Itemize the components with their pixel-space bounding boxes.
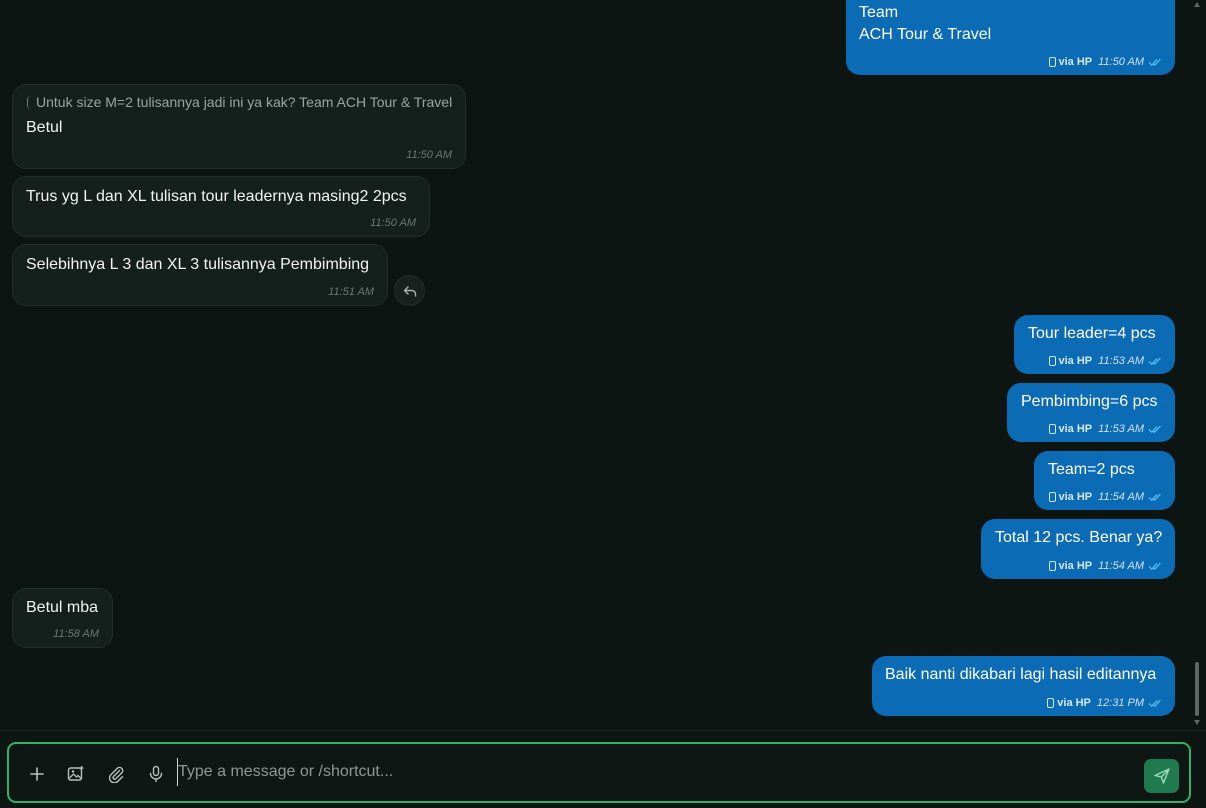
reply-button[interactable]	[394, 275, 425, 306]
message-bubble-outgoing[interactable]: Baik nanti dikabari lagi hasil editannya…	[872, 656, 1175, 716]
via-label: via HP	[1058, 355, 1093, 367]
message-time: 12:31 PM	[1096, 697, 1144, 709]
via-label: via HP	[1058, 491, 1093, 503]
double-check-icon	[1148, 357, 1161, 366]
message-text: Baik nanti dikabari lagi hasil editannya	[885, 666, 1157, 683]
send-icon	[1153, 768, 1170, 784]
message-bubble-outgoing[interactable]: Tour leader=4 pcs via HP 11:53 AM	[1014, 315, 1175, 374]
microphone-icon	[149, 765, 163, 783]
via-label: via HP	[1058, 56, 1093, 68]
message-text: Selebihnya L 3 dan XL 3 tulisannya Pembi…	[26, 256, 370, 273]
message-meta: 11:58 AM	[53, 628, 99, 640]
message-text: Betul mba	[26, 599, 99, 616]
phone-icon	[1047, 698, 1055, 708]
message-meta: via HP 11:50 AM	[1048, 56, 1163, 68]
scroll-up-arrow-icon[interactable]	[1194, 2, 1200, 7]
message-time: 11:50 AM	[1098, 56, 1144, 68]
double-check-icon	[1148, 58, 1161, 67]
scroll-down-arrow-icon[interactable]	[1194, 720, 1200, 725]
attach-button[interactable]	[105, 763, 127, 785]
message-meta: via HP 11:53 AM	[1048, 423, 1163, 435]
message-text: Betul	[26, 119, 63, 136]
message-time: 11:50 AM	[406, 149, 452, 161]
message-bubble-incoming[interactable]: Selebihnya L 3 dan XL 3 tulisannya Pembi…	[12, 244, 388, 306]
message-bubble-incoming[interactable]: Betul mba 11:58 AM	[12, 588, 113, 648]
add-button[interactable]	[26, 763, 48, 785]
phone-icon	[1048, 561, 1056, 571]
message-bubble-outgoing[interactable]: Total 12 pcs. Benar ya? via HP 11:54 AM	[981, 519, 1175, 579]
via-label: via HP	[1058, 560, 1093, 572]
message-bubble-incoming[interactable]: Untuk size M=2 tulisannya jadi ini ya ka…	[12, 84, 466, 169]
composer-bar	[0, 730, 1206, 808]
quoted-message[interactable]: Untuk size M=2 tulisannya jadi ini ya ka…	[26, 93, 452, 111]
phone-icon	[1048, 356, 1056, 366]
double-check-icon	[1148, 493, 1161, 502]
message-bubble-incoming[interactable]: Trus yg L dan XL tulisan tour leadernya …	[12, 176, 430, 237]
phone-icon	[1048, 57, 1056, 67]
message-text: Tour leader=4 pcs	[1028, 325, 1156, 342]
message-time: 11:54 AM	[1098, 560, 1144, 572]
image-button[interactable]	[65, 763, 87, 785]
plus-icon	[30, 767, 44, 781]
double-check-icon	[1148, 699, 1161, 708]
message-time: 11:58 AM	[53, 628, 99, 640]
message-time: 11:53 AM	[1098, 355, 1144, 367]
double-check-icon	[1148, 425, 1161, 434]
message-bubble-outgoing[interactable]: Team=2 pcs via HP 11:54 AM	[1034, 451, 1175, 510]
phone-icon	[1048, 492, 1056, 502]
message-time: 11:50 AM	[370, 217, 416, 229]
message-input[interactable]	[177, 758, 1117, 786]
image-add-icon	[67, 766, 84, 781]
via-label: via HP	[1058, 423, 1093, 435]
message-text: Pembimbing=6 pcs	[1021, 393, 1158, 410]
via-label: via HP	[1057, 697, 1091, 709]
message-meta: 11:50 AM	[370, 217, 416, 229]
message-time: 11:51 AM	[328, 286, 374, 298]
message-meta: via HP 11:53 AM	[1048, 355, 1163, 367]
scrollbar-thumb[interactable]	[1195, 662, 1199, 716]
message-time: 11:53 AM	[1098, 423, 1144, 435]
message-meta: via HP 12:31 PM	[1047, 697, 1162, 709]
message-text: Trus yg L dan XL tulisan tour leadernya …	[26, 188, 407, 205]
voice-button[interactable]	[145, 763, 167, 785]
message-meta: via HP 11:54 AM	[1048, 560, 1163, 572]
message-text: Total 12 pcs. Benar ya?	[995, 529, 1163, 546]
phone-icon	[1048, 424, 1056, 434]
message-meta: 11:51 AM	[328, 286, 374, 298]
chat-scrollbar[interactable]	[1194, 0, 1200, 730]
message-text: Team=2 pcs	[1048, 461, 1135, 478]
double-check-icon	[1148, 562, 1161, 571]
message-bubble-outgoing[interactable]: Pembimbing=6 pcs via HP 11:53 AM	[1007, 383, 1175, 442]
reply-icon	[403, 285, 416, 297]
message-meta: 11:50 AM	[406, 149, 452, 161]
message-bubble-outgoing[interactable]: Team ACH Tour & Travel via HP 11:50 AM	[846, 0, 1175, 75]
paperclip-icon	[108, 766, 124, 783]
message-time: 11:54 AM	[1098, 491, 1144, 503]
send-button[interactable]	[1144, 759, 1179, 793]
message-composer	[7, 742, 1191, 803]
message-meta: via HP 11:54 AM	[1048, 491, 1163, 503]
chat-messages-area[interactable]: Team ACH Tour & Travel via HP 11:50 AM U…	[0, 0, 1206, 730]
message-text: Team ACH Tour & Travel	[859, 4, 992, 43]
